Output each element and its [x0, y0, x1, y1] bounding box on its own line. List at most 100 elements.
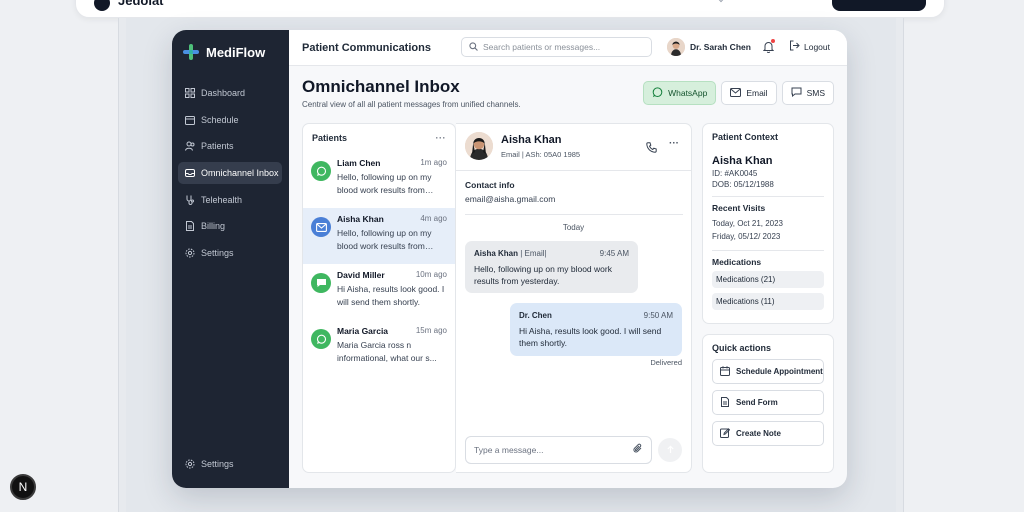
contact-email: email@aisha.gmail.com	[465, 194, 556, 204]
list-item[interactable]: Liam Chen 1m ago Hello, following up on …	[303, 152, 455, 208]
notification-dot	[771, 39, 775, 43]
action-label: Send Form	[736, 398, 778, 407]
channel-email-button[interactable]: Email	[721, 81, 777, 105]
calendar-icon	[720, 365, 730, 378]
message-time: 9:50 AM	[643, 311, 673, 320]
stethoscope-icon	[185, 195, 195, 205]
divider	[712, 250, 824, 251]
outer-header: Jedolat	[75, 0, 945, 18]
message-channel-tag: | Email|	[520, 249, 547, 258]
patients-list: Liam Chen 1m ago Hello, following up on …	[303, 152, 455, 376]
more-options-icon[interactable]: ···	[669, 138, 679, 149]
list-item[interactable]: Maria Garcia 15m ago Maria Garcia ross n…	[303, 320, 455, 376]
medication-item[interactable]: Medications (11)	[712, 293, 824, 310]
edit-icon	[720, 427, 731, 440]
sidebar-item-schedule[interactable]: Schedule	[178, 109, 282, 131]
outer-cta-button[interactable]	[832, 0, 926, 11]
document-icon	[720, 396, 730, 409]
sidebar-item-patients[interactable]: Patients	[178, 135, 282, 157]
topbar: Patient Communications Dr. Sarah Chen Lo…	[289, 30, 847, 66]
sidebar-item-telehealth[interactable]: Telehealth	[178, 189, 282, 211]
channel-whatsapp-button[interactable]: WhatsApp	[643, 81, 717, 105]
conversation-name: Aisha Khan	[501, 134, 562, 146]
sidebar-item-settings[interactable]: Settings	[178, 242, 282, 264]
message-time: 9:45 AM	[599, 249, 629, 258]
sidebar-item-billing[interactable]: Billing	[178, 215, 282, 237]
contact-info: Contact info email@aisha.gmail.com	[465, 180, 555, 204]
divider	[465, 214, 683, 215]
divider	[712, 196, 824, 197]
message-sender: Dr. Chen	[519, 311, 552, 320]
context-patient-name: Aisha Khan	[712, 155, 773, 167]
message-preview: Maria Garcia ross n informational, what …	[337, 340, 437, 363]
search-icon	[469, 38, 478, 56]
send-arrow-icon	[666, 441, 675, 459]
create-note-button[interactable]: Create Note	[712, 421, 824, 446]
patients-header: Patients ···	[303, 124, 455, 143]
sidebar-item-label: Settings	[201, 248, 234, 259]
inbox-icon	[185, 168, 195, 178]
search-input[interactable]	[483, 42, 643, 52]
sidebar-item-dashboard[interactable]: Dashboard	[178, 82, 282, 104]
conversation-meta: Email | ASh: 05A0 1985	[501, 150, 581, 159]
channel-filter: WhatsApp Email SMS	[643, 81, 834, 105]
patient-name: Aisha Khan	[337, 214, 384, 224]
search-box[interactable]	[461, 37, 652, 57]
message-composer[interactable]	[465, 436, 652, 464]
quick-actions-title: Quick actions	[712, 343, 772, 353]
sidebar-item-label: Telehealth	[201, 194, 243, 205]
phone-icon[interactable]	[646, 140, 657, 158]
list-item[interactable]: David Miller 10m ago Hi Aisha, results l…	[303, 264, 455, 320]
message-preview: Hello, following up on my blood work res…	[337, 228, 432, 251]
next-badge[interactable]: N	[10, 474, 36, 500]
sidebar-nav: Dashboard Schedule Patients Omnichannel …	[178, 82, 282, 269]
logout-icon	[789, 40, 800, 53]
schedule-appointment-button[interactable]: Schedule Appointment	[712, 359, 824, 384]
list-item[interactable]: Aisha Khan 4m ago Hello, following up on…	[303, 208, 455, 264]
gear-icon	[185, 248, 195, 258]
page-subtitle: Central view of all all patient messages…	[302, 100, 521, 109]
send-form-button[interactable]: Send Form	[712, 390, 824, 415]
calendar-icon	[185, 115, 195, 125]
user-menu[interactable]: Dr. Sarah Chen	[667, 38, 751, 56]
sidebar-item-label: Omnichannel Inbox	[201, 168, 279, 179]
message-text: Hi Aisha, results look good. I will send…	[519, 325, 662, 349]
whatsapp-icon	[311, 161, 331, 181]
patient-dob: DOB: 05/12/1988	[712, 180, 774, 189]
patient-id: ID: #AK0045	[712, 169, 758, 178]
patients-title: Patients	[312, 133, 348, 143]
avatar	[465, 132, 493, 160]
brand-name: MediFlow	[206, 44, 266, 60]
message-preview: Hello, following up on my blood work res…	[337, 172, 432, 195]
visit-item: Friday, 05/12/ 2023	[712, 232, 781, 241]
main-content: Patient Communications Dr. Sarah Chen Lo…	[289, 30, 847, 488]
chevron-down-icon[interactable]	[716, 0, 726, 3]
message-time: 10m ago	[415, 270, 447, 279]
action-label: Schedule Appointment	[736, 367, 823, 376]
more-options-icon[interactable]: ···	[436, 133, 447, 143]
sidebar-item-settings-bottom[interactable]: Settings	[178, 453, 282, 475]
date-separator: Today	[562, 223, 585, 232]
whatsapp-icon	[652, 86, 663, 100]
message-time: 15m ago	[415, 326, 447, 335]
paperclip-icon[interactable]	[633, 441, 643, 459]
channel-sms-button[interactable]: SMS	[781, 81, 834, 105]
brand[interactable]: MediFlow	[182, 43, 265, 61]
delivery-status: Delivered	[650, 358, 682, 367]
logout-button[interactable]: Logout	[789, 40, 830, 53]
sidebar-footer: Settings	[178, 453, 282, 480]
logout-label: Logout	[804, 41, 830, 52]
medication-item[interactable]: Medications (21)	[712, 271, 824, 288]
bell-icon[interactable]	[762, 39, 775, 58]
send-button[interactable]	[658, 438, 682, 462]
sidebar-item-label: Billing	[201, 221, 226, 232]
whatsapp-icon	[311, 329, 331, 349]
patients-panel: Patients ··· Liam Chen 1m ago Hello, fol…	[302, 123, 456, 473]
sidebar-item-omnichannel-inbox[interactable]: Omnichannel Inbox	[178, 162, 282, 185]
users-icon	[185, 141, 195, 152]
channel-label: SMS	[806, 88, 825, 98]
message-input[interactable]	[474, 445, 633, 455]
chat-bubble-icon	[791, 87, 802, 99]
mail-icon	[311, 217, 331, 237]
patient-name: Maria Garcia	[337, 326, 389, 336]
